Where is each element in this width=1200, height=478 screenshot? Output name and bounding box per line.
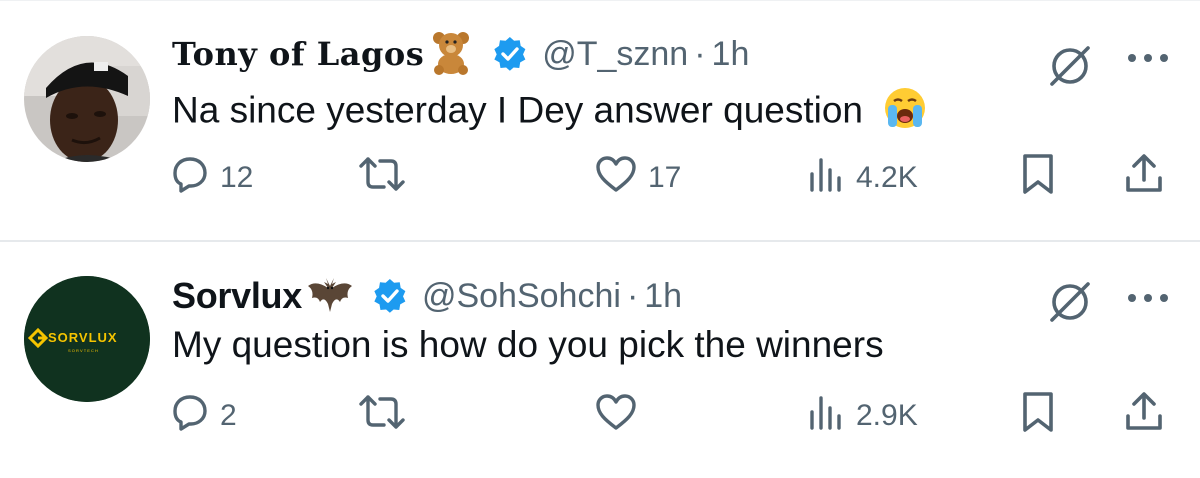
user-handle[interactable]: @T_sznn: [542, 35, 688, 74]
verified-badge-icon[interactable]: [372, 278, 408, 314]
avatar[interactable]: SORVLUX S O R V T E C H: [24, 276, 150, 402]
tweet-text-content: My question is how do you pick the winne…: [172, 324, 884, 365]
views-count: 4.2K: [856, 161, 918, 194]
reply-button[interactable]: 12: [170, 156, 253, 200]
bookmark-button[interactable]: [1018, 154, 1058, 200]
tweet-text-content: Na since yesterday I Dey answer question: [172, 89, 864, 131]
share-icon: [1122, 390, 1166, 442]
bookmark-icon: [1018, 390, 1058, 442]
more-icon[interactable]: [1124, 288, 1172, 308]
separator-dot: ·: [626, 276, 639, 315]
bat-emoji: [306, 272, 354, 321]
separator-dot: ·: [694, 34, 706, 73]
crying-face-emoji: [883, 86, 927, 139]
tweet[interactable]: Tony of Lagos @T_sznn · 1h Na since yest…: [0, 0, 1200, 240]
reply-icon: [170, 154, 210, 202]
reply-count: 12: [220, 161, 254, 194]
grok-slash-icon[interactable]: [1044, 40, 1096, 92]
verified-badge-icon[interactable]: [492, 36, 528, 72]
tweet-header: Sorvlux @SohSohchi · 1h: [172, 270, 682, 322]
views-icon: [806, 154, 846, 202]
like-icon: [594, 392, 638, 440]
retweet-icon: [356, 392, 408, 440]
teddy-bear-emoji: [428, 29, 474, 80]
avatar-logo-text: SORVLUX: [48, 330, 118, 345]
timestamp[interactable]: 1h: [712, 35, 750, 74]
user-handle[interactable]: @SohSohchi: [422, 277, 621, 316]
share-button[interactable]: [1122, 392, 1166, 438]
like-icon: [594, 154, 638, 202]
bookmark-icon: [1018, 152, 1058, 204]
reply-icon: [170, 392, 210, 440]
reply-button[interactable]: 2: [170, 394, 237, 438]
avatar[interactable]: [24, 36, 150, 162]
more-icon[interactable]: [1124, 48, 1172, 68]
like-count: 17: [648, 161, 682, 194]
display-name[interactable]: Sorvlux: [172, 275, 302, 317]
timestamp[interactable]: 1h: [644, 277, 682, 316]
reply-count: 2: [220, 399, 237, 432]
like-button[interactable]: 17: [594, 156, 681, 200]
tweet-text: Na since yesterday I Dey answer question: [172, 86, 927, 139]
tweet-header: Tony of Lagos @T_sznn · 1h: [172, 28, 749, 80]
retweet-button[interactable]: [356, 156, 418, 200]
views-count: 2.9K: [856, 399, 918, 432]
retweet-button[interactable]: [356, 394, 418, 438]
views-button[interactable]: 4.2K: [806, 156, 918, 200]
display-name[interactable]: Tony of Lagos: [172, 35, 424, 73]
views-icon: [806, 392, 846, 440]
avatar-sub-text: S O R V T E C H: [68, 348, 98, 353]
tweet[interactable]: SORVLUX S O R V T E C H Sorvlux @SohSohc…: [0, 244, 1200, 478]
bookmark-button[interactable]: [1018, 392, 1058, 438]
views-button[interactable]: 2.9K: [806, 394, 918, 438]
grok-slash-icon[interactable]: [1044, 276, 1096, 328]
like-button[interactable]: [594, 394, 648, 438]
retweet-icon: [356, 154, 408, 202]
share-icon: [1122, 152, 1166, 204]
share-button[interactable]: [1122, 154, 1166, 200]
tweet-divider: [0, 240, 1200, 242]
tweet-text: My question is how do you pick the winne…: [172, 324, 884, 366]
